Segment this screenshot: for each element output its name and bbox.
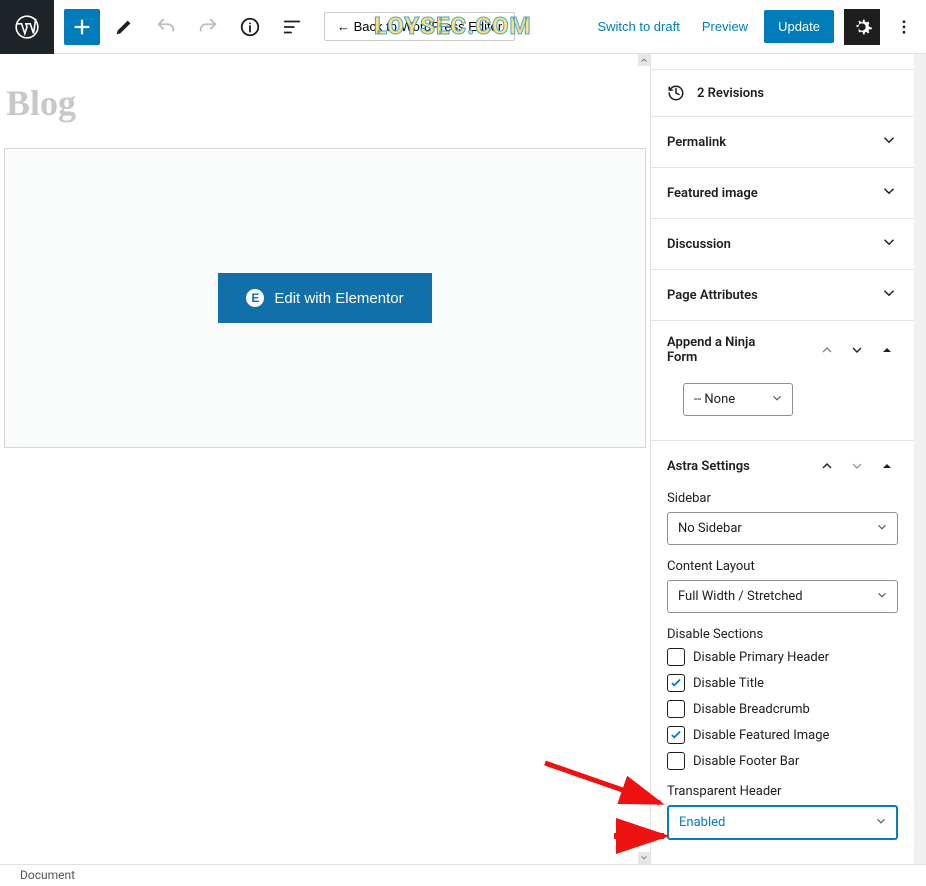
panel-astra-settings[interactable]: Astra Settings [651,441,914,491]
transparent-header-select[interactable]: Enabled [667,805,898,840]
checkbox-unchecked[interactable] [667,648,685,666]
switch-to-draft-button[interactable]: Switch to draft [591,11,685,42]
content-layout-label: Content Layout [667,559,898,574]
info-button[interactable] [232,9,268,45]
check-disable-title[interactable]: Disable Title [667,674,898,692]
more-options-button[interactable] [890,9,918,45]
back-to-wp-editor-button[interactable]: ← Back to WordPress Editor [324,12,515,41]
caret-up-icon[interactable] [876,455,898,477]
panel-discussion[interactable]: Discussion [651,219,914,270]
panel-append-ninja-form[interactable]: Append a Ninja Form [651,321,914,379]
chevron-down-icon [875,588,889,606]
status-bar: Document [0,864,926,886]
chevron-down-icon [880,284,898,306]
chevron-down-icon[interactable] [846,455,868,477]
redo-button[interactable] [190,9,226,45]
add-block-button[interactable] [64,9,100,45]
chevron-up-icon[interactable] [816,339,838,361]
panel-featured-image[interactable]: Featured image [651,168,914,219]
sidebar-select-label: Sidebar [667,491,898,506]
settings-gear-button[interactable] [844,9,880,45]
elementor-placeholder: E Edit with Elementor [4,148,646,448]
checkbox-unchecked[interactable] [667,752,685,770]
checkbox-unchecked[interactable] [667,700,685,718]
chevron-down-icon[interactable] [846,339,868,361]
sidebar-scrollbar[interactable] [914,54,926,864]
status-document-label: Document [20,868,75,882]
outline-button[interactable] [274,9,310,45]
chevron-up-icon[interactable] [816,455,838,477]
edit-mode-button[interactable] [106,9,142,45]
transparent-header-label: Transparent Header [667,784,898,799]
panel-permalink[interactable]: Permalink [651,117,914,168]
preview-button[interactable]: Preview [696,11,754,42]
check-disable-footer-bar[interactable]: Disable Footer Bar [667,752,898,770]
chevron-down-icon [875,520,889,538]
chevron-down-icon [770,391,784,409]
page-title: Blog [0,54,650,148]
elementor-icon: E [246,289,264,307]
undo-button[interactable] [148,9,184,45]
scroll-down-icon[interactable] [638,852,650,864]
chevron-down-icon [880,182,898,204]
caret-up-icon[interactable] [876,339,898,361]
checkbox-checked[interactable] [667,674,685,692]
elementor-button-label: Edit with Elementor [274,290,403,307]
update-button[interactable]: Update [764,10,834,43]
revisions-row[interactable]: 2 Revisions [651,70,914,117]
sidebar-select[interactable]: No Sidebar [667,512,898,545]
check-disable-breadcrumb[interactable]: Disable Breadcrumb [667,700,898,718]
content-layout-select[interactable]: Full Width / Stretched [667,580,898,613]
checkbox-checked[interactable] [667,726,685,744]
check-disable-featured-image[interactable]: Disable Featured Image [667,726,898,744]
history-icon [667,84,685,102]
editor-canvas: Blog E Edit with Elementor [0,54,650,864]
revisions-label: 2 Revisions [697,86,764,101]
chevron-down-icon [874,814,888,832]
settings-sidebar: 2 Revisions Permalink Featured image Dis… [650,54,914,864]
ninja-form-select[interactable]: -- None [683,383,793,416]
disable-sections-label: Disable Sections [667,627,898,642]
chevron-down-icon [880,131,898,153]
check-disable-primary-header[interactable]: Disable Primary Header [667,648,898,666]
wordpress-logo[interactable] [0,0,54,54]
panel-page-attributes[interactable]: Page Attributes [651,270,914,321]
chevron-down-icon [880,233,898,255]
edit-with-elementor-button[interactable]: E Edit with Elementor [218,273,431,323]
scroll-up-icon[interactable] [638,54,650,66]
